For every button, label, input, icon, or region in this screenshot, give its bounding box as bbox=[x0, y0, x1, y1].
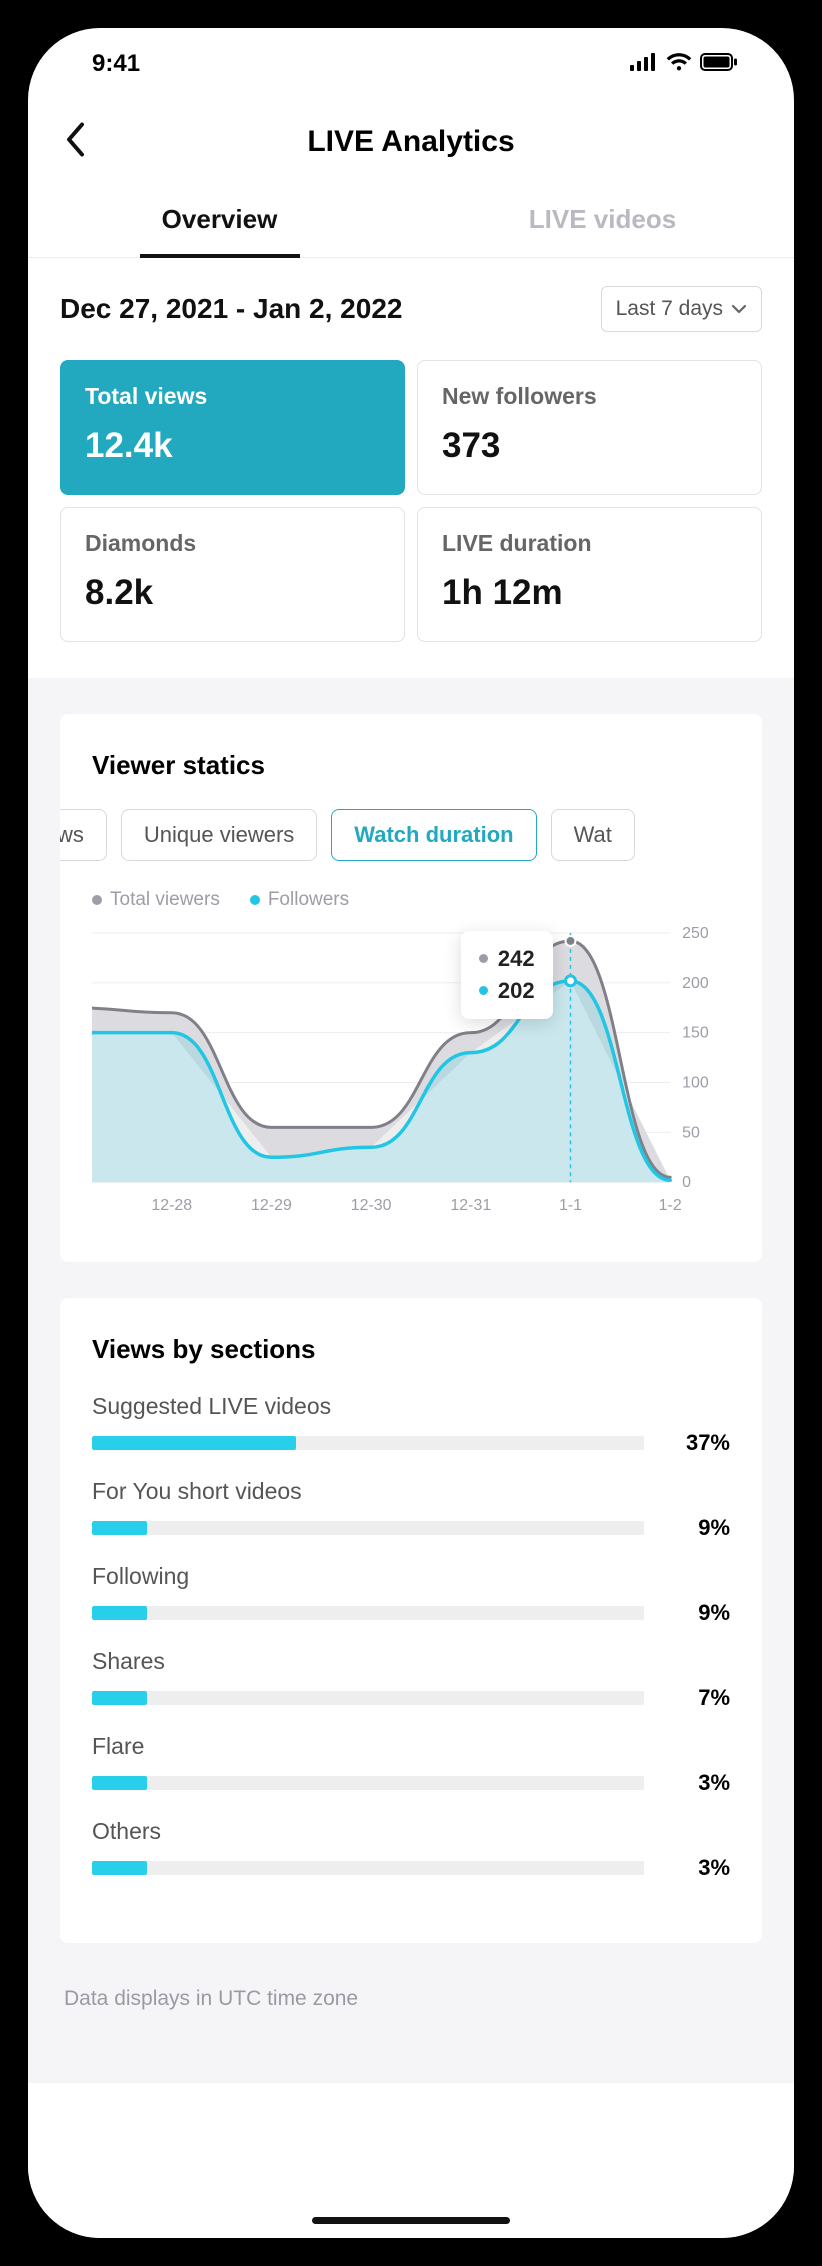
date-range: Dec 27, 2021 - Jan 2, 2022 bbox=[60, 293, 402, 325]
chip-partial-right[interactable]: Wat bbox=[551, 809, 635, 861]
bar-row: Others 3% bbox=[92, 1818, 730, 1881]
svg-text:12-31: 12-31 bbox=[450, 1197, 491, 1214]
bar-pct: 3% bbox=[668, 1770, 730, 1796]
svg-text:12-29: 12-29 bbox=[251, 1197, 292, 1214]
svg-text:250: 250 bbox=[682, 925, 709, 942]
bar-row: Shares 7% bbox=[92, 1648, 730, 1711]
status-time: 9:41 bbox=[92, 50, 140, 78]
date-row: Dec 27, 2021 - Jan 2, 2022 Last 7 days bbox=[60, 286, 762, 332]
chart-svg: 0 50 100 150 200 250 12-27 12-28 12-29 12-30 12-31… bbox=[92, 923, 730, 1222]
chip-watch-duration[interactable]: Watch duration bbox=[331, 809, 536, 861]
bar-label: Flare bbox=[92, 1733, 730, 1760]
stat-label: LIVE duration bbox=[442, 530, 737, 557]
legend-item-followers: Followers bbox=[250, 889, 349, 911]
chart-legend: Total viewers Followers bbox=[92, 889, 730, 911]
viewer-statics-chips[interactable]: ws Unique viewers Watch duration Wat bbox=[60, 809, 762, 861]
battery-icon bbox=[700, 50, 738, 78]
bar-fill bbox=[92, 1691, 147, 1705]
status-bar: 9:41 bbox=[28, 28, 794, 100]
svg-text:12-28: 12-28 bbox=[151, 1197, 192, 1214]
tooltip-total: 242 bbox=[498, 943, 535, 975]
svg-text:100: 100 bbox=[682, 1074, 709, 1091]
bar-label: Following bbox=[92, 1563, 730, 1590]
tab-overview[interactable]: Overview bbox=[28, 184, 411, 257]
bar-row: For You short videos 9% bbox=[92, 1478, 730, 1541]
home-indicator bbox=[312, 2217, 510, 2224]
bar-pct: 7% bbox=[668, 1685, 730, 1711]
stat-value: 8.2k bbox=[85, 573, 380, 613]
bar-track bbox=[92, 1606, 644, 1620]
range-filter-label: Last 7 days bbox=[616, 297, 723, 321]
cellular-icon bbox=[630, 50, 658, 78]
svg-text:0: 0 bbox=[682, 1174, 691, 1191]
bar-fill bbox=[92, 1776, 147, 1790]
stat-label: New followers bbox=[442, 383, 737, 410]
viewer-statics-title: Viewer statics bbox=[92, 750, 730, 781]
bar-fill bbox=[92, 1521, 147, 1535]
stat-label: Total views bbox=[85, 383, 380, 410]
svg-text:200: 200 bbox=[682, 975, 709, 992]
bar-track bbox=[92, 1436, 644, 1450]
bar-row: Suggested LIVE videos 37% bbox=[92, 1393, 730, 1456]
bar-pct: 3% bbox=[668, 1855, 730, 1881]
footer-note: Data displays in UTC time zone bbox=[60, 1979, 762, 2073]
tabs: Overview LIVE videos bbox=[28, 184, 794, 258]
views-by-sections-card: Views by sections Suggested LIVE videos 3… bbox=[60, 1298, 762, 1943]
bar-track bbox=[92, 1691, 644, 1705]
chevron-down-icon bbox=[731, 304, 747, 314]
status-icons bbox=[630, 50, 738, 78]
bar-fill bbox=[92, 1436, 296, 1450]
bar-label: For You short videos bbox=[92, 1478, 730, 1505]
chip-unique-viewers[interactable]: Unique viewers bbox=[121, 809, 317, 861]
svg-text:12-30: 12-30 bbox=[351, 1197, 392, 1214]
nav-header: LIVE Analytics bbox=[28, 100, 794, 184]
svg-text:50: 50 bbox=[682, 1124, 700, 1141]
bar-track bbox=[92, 1861, 644, 1875]
wifi-icon bbox=[666, 50, 692, 78]
bar-label: Others bbox=[92, 1818, 730, 1845]
bar-pct: 9% bbox=[668, 1600, 730, 1626]
bar-track bbox=[92, 1521, 644, 1535]
stat-label: Diamonds bbox=[85, 530, 380, 557]
tooltip-followers: 202 bbox=[498, 975, 535, 1007]
stat-card-new-followers[interactable]: New followers 373 bbox=[417, 360, 762, 495]
tab-live-videos[interactable]: LIVE videos bbox=[411, 184, 794, 257]
back-button[interactable] bbox=[64, 122, 86, 163]
views-by-sections-title: Views by sections bbox=[92, 1334, 730, 1365]
stat-card-diamonds[interactable]: Diamonds 8.2k bbox=[60, 507, 405, 642]
bar-row: Following 9% bbox=[92, 1563, 730, 1626]
stat-value: 373 bbox=[442, 426, 737, 466]
viewer-statics-card: Viewer statics ws Unique viewers Watch d… bbox=[60, 714, 762, 1262]
stat-grid: Total views 12.4k New followers 373 Diam… bbox=[60, 360, 762, 642]
chip-partial-left[interactable]: ws bbox=[60, 809, 107, 861]
bar-fill bbox=[92, 1861, 147, 1875]
stat-value: 1h 12m bbox=[442, 573, 737, 613]
page-title: LIVE Analytics bbox=[307, 125, 514, 159]
bar-row: Flare 3% bbox=[92, 1733, 730, 1796]
range-filter-button[interactable]: Last 7 days bbox=[601, 286, 762, 332]
bar-track bbox=[92, 1776, 644, 1790]
bar-fill bbox=[92, 1606, 147, 1620]
svg-text:150: 150 bbox=[682, 1025, 709, 1042]
svg-text:1-2: 1-2 bbox=[659, 1197, 682, 1214]
legend-item-total: Total viewers bbox=[92, 889, 220, 911]
stat-card-total-views[interactable]: Total views 12.4k bbox=[60, 360, 405, 495]
bar-label: Suggested LIVE videos bbox=[92, 1393, 730, 1420]
viewer-statics-chart: 0 50 100 150 200 250 12-27 12-28 12-29 12-30 12-31… bbox=[92, 923, 730, 1222]
bar-pct: 37% bbox=[668, 1430, 730, 1456]
stat-value: 12.4k bbox=[85, 426, 380, 466]
chevron-left-icon bbox=[64, 122, 86, 158]
bar-label: Shares bbox=[92, 1648, 730, 1675]
bar-pct: 9% bbox=[668, 1515, 730, 1541]
chart-tooltip: 242 202 bbox=[461, 931, 553, 1019]
svg-text:1-1: 1-1 bbox=[559, 1197, 582, 1214]
stat-card-live-duration[interactable]: LIVE duration 1h 12m bbox=[417, 507, 762, 642]
svg-text:12-27: 12-27 bbox=[92, 1197, 93, 1214]
